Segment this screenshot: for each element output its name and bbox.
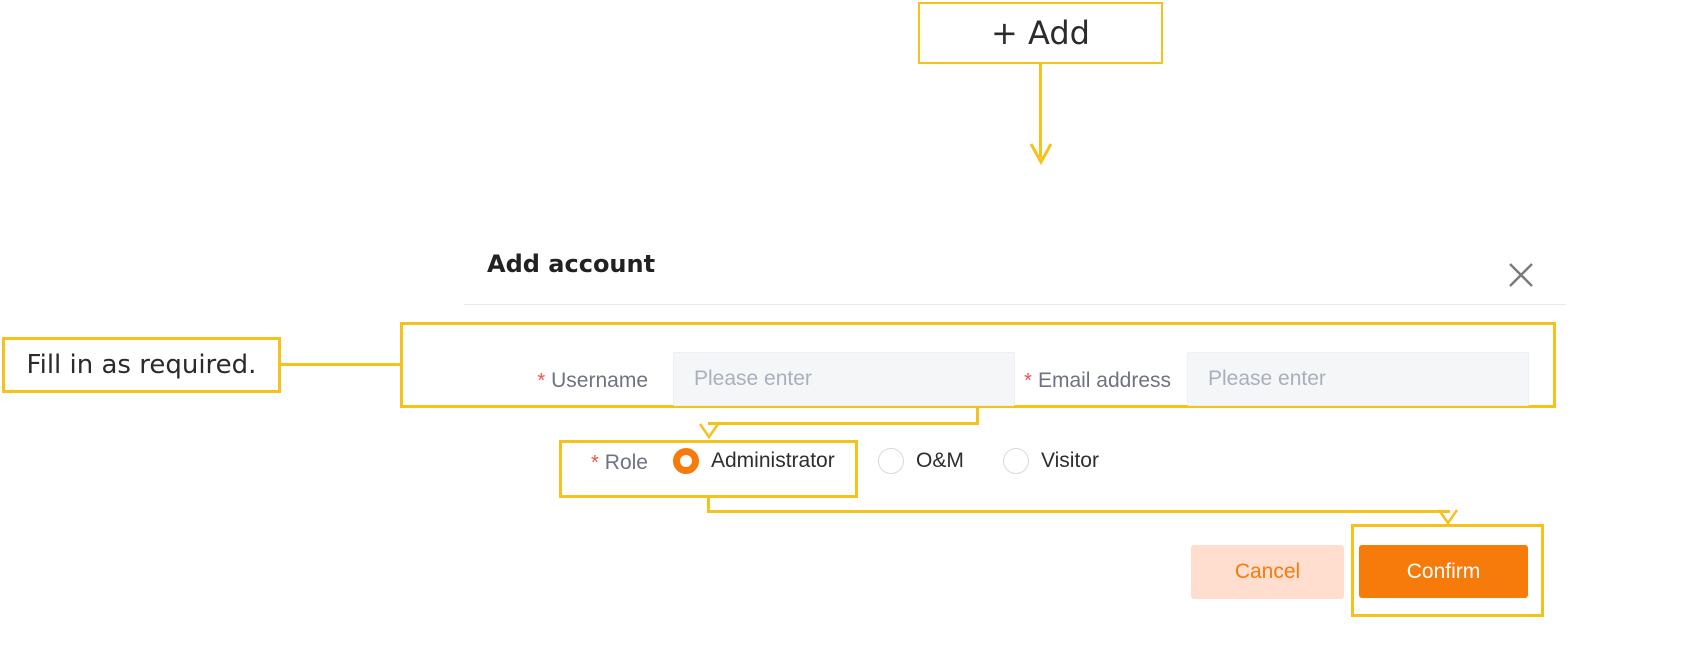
connector-line-d: [707, 510, 1450, 513]
fill-required-callout: Fill in as required.: [2, 337, 281, 393]
role-option-label: Visitor: [1041, 449, 1099, 472]
add-button-callout-label: + Add: [991, 14, 1090, 52]
username-input[interactable]: [673, 352, 1015, 406]
confirm-highlight-frame: [1351, 524, 1544, 617]
username-label-text: Username: [551, 369, 648, 392]
role-option-label: O&M: [916, 449, 964, 472]
email-input[interactable]: [1187, 352, 1529, 406]
radio-unchecked-icon: [1003, 448, 1029, 474]
callout-connector-line: [281, 363, 402, 366]
cancel-button[interactable]: Cancel: [1191, 545, 1344, 599]
arrow-down-icon: [698, 423, 720, 440]
role-option-om[interactable]: O&M: [878, 448, 964, 474]
dialog-header-divider: [464, 304, 1566, 305]
role-highlight-frame: [559, 440, 858, 498]
asterisk-icon: *: [1024, 369, 1032, 392]
fill-required-callout-text: Fill in as required.: [26, 350, 257, 380]
email-label: * Email address: [995, 364, 1171, 398]
dialog-title: Add account: [487, 250, 656, 278]
radio-unchecked-icon: [878, 448, 904, 474]
add-button-callout: + Add: [918, 2, 1163, 64]
role-option-visitor[interactable]: Visitor: [1003, 448, 1099, 474]
asterisk-icon: *: [537, 369, 546, 392]
arrow-down-icon: [1029, 143, 1053, 166]
connector-line-b: [708, 422, 979, 425]
close-icon[interactable]: [1506, 260, 1536, 290]
username-label: * Username: [470, 364, 648, 398]
email-label-text: Email address: [1037, 369, 1171, 392]
